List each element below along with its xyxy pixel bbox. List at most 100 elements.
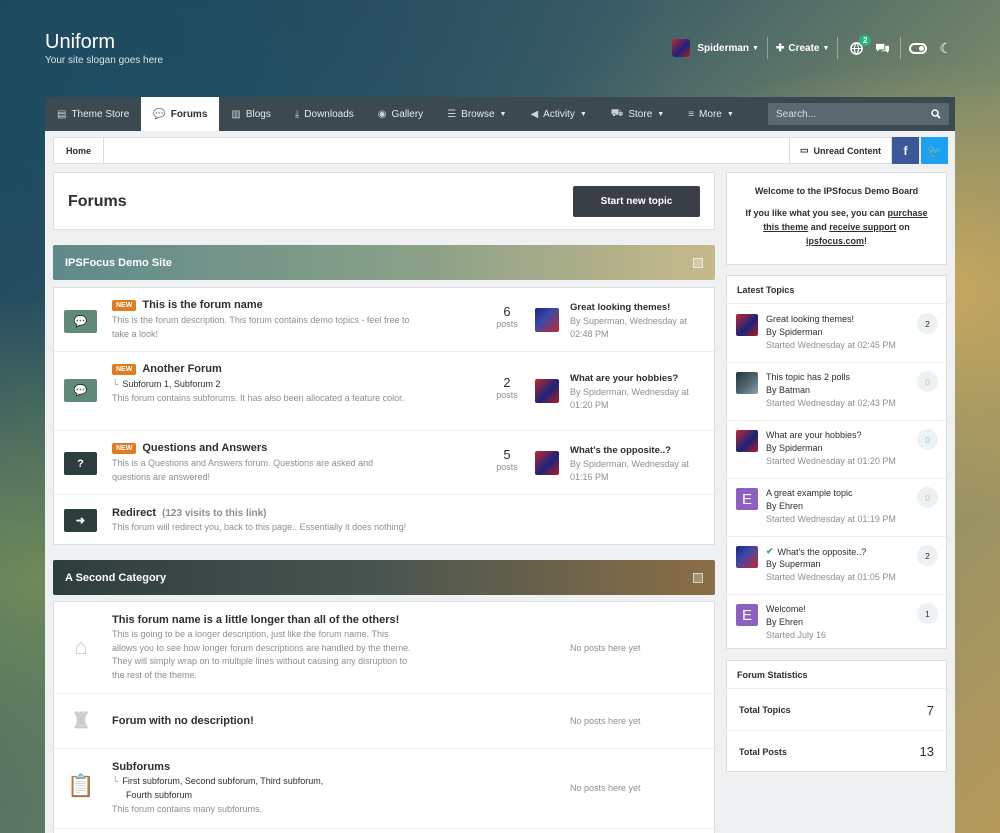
collapse-icon[interactable]	[693, 257, 703, 268]
moon-icon[interactable]: ☾	[939, 40, 952, 57]
nav-item-activity[interactable]: ◀ Activity ▼	[518, 97, 598, 131]
user-avatar[interactable]	[672, 39, 691, 57]
twitter-icon: 🐦	[927, 143, 942, 158]
last-post-title[interactable]: What are your hobbies?	[570, 373, 678, 384]
support-link[interactable]: receive support	[829, 222, 896, 232]
subforum-links[interactable]: └ First subforum, Second subforum, Third …	[112, 776, 323, 786]
list-item[interactable]: E Welcome! By Ehren Started July 16 1	[727, 595, 946, 653]
nav-item-more[interactable]: ≡ More ▼	[676, 97, 746, 131]
forum-title[interactable]: Subforums	[112, 761, 170, 773]
avatar[interactable]	[736, 546, 758, 568]
search-icon[interactable]	[931, 109, 941, 119]
forum-description: This forum contains many subforums.	[112, 804, 263, 814]
forum-description: This is going to be a longer description…	[112, 629, 411, 680]
forum-row: ⌂ This forum name is a little longer tha…	[54, 602, 714, 694]
nav-item-downloads[interactable]: ⤓ Downloads	[283, 97, 366, 131]
visit-count: (123 visits to this link)	[162, 507, 267, 519]
topic-started: Started Wednesday at 01:05 PM	[766, 572, 896, 582]
forum-description: This forum will redirect you, back to th…	[112, 522, 407, 532]
forum-title[interactable]: Forum with no description!	[112, 715, 254, 727]
topic-started: Started July 16	[766, 630, 827, 640]
forum-row: ➜ Redirect (123 visits to this link) This…	[54, 495, 714, 545]
list-item[interactable]: E A great example topic By Ehren Started…	[727, 479, 946, 537]
subforum-arrow-icon: └	[112, 776, 119, 786]
welcome-text: If you like what you see, you can purcha…	[745, 208, 928, 246]
create-menu[interactable]: Create	[788, 43, 819, 54]
subforum-links[interactable]: Fourth subforum	[126, 790, 192, 800]
main-content: Home ▭ Unread Content f 🐦 Forums Start n…	[45, 131, 955, 833]
collapse-icon[interactable]	[693, 572, 703, 583]
breadcrumb-home[interactable]: Home	[54, 138, 105, 163]
username-menu[interactable]: Spiderman	[697, 43, 749, 54]
avatar[interactable]	[535, 451, 559, 475]
stat-value: 7	[926, 702, 934, 718]
topic-started: Started Wednesday at 02:45 PM	[766, 340, 896, 350]
topic-title[interactable]: This topic has 2 polls	[766, 372, 850, 382]
nav-item-store[interactable]: ⛟ Store ▼	[599, 97, 676, 131]
forum-list: ⌂ This forum name is a little longer tha…	[53, 601, 715, 833]
avatar[interactable]	[535, 308, 559, 332]
list-item[interactable]: This topic has 2 polls By Batman Started…	[727, 363, 946, 421]
start-new-topic-button[interactable]: Start new topic	[573, 186, 700, 217]
latest-topics-title: Latest Topics	[727, 276, 946, 304]
topic-title[interactable]: Welcome!	[766, 604, 806, 614]
reply-count-badge: 0	[917, 487, 938, 508]
nav-item-gallery[interactable]: ◉ Gallery	[366, 97, 435, 131]
subforum-arrow-icon: └	[112, 379, 119, 389]
camera-icon: ◉	[377, 108, 387, 120]
topic-title[interactable]: What are your hobbies?	[766, 430, 862, 440]
forum-title[interactable]: NEW Another Forum	[112, 363, 222, 375]
facebook-share-button[interactable]: f	[892, 137, 919, 164]
avatar[interactable]	[535, 379, 559, 403]
forum-list: 💬 NEW This is the forum name This is the …	[53, 287, 715, 545]
forum-statistics-widget: Forum Statistics Total Topics 7 Total Po…	[726, 660, 947, 772]
arrow-right-icon: ➜	[64, 509, 97, 532]
last-post-title[interactable]: Great looking themes!	[570, 302, 670, 313]
divider	[837, 37, 839, 59]
avatar[interactable]	[736, 430, 758, 452]
avatar[interactable]	[736, 314, 758, 336]
list-item[interactable]: What are your hobbies? By Spiderman Star…	[727, 421, 946, 479]
unread-content-link[interactable]: ▭ Unread Content	[788, 138, 891, 163]
avatar[interactable]: E	[736, 604, 758, 626]
new-badge: NEW	[112, 363, 137, 375]
chevron-down-icon: ▼	[752, 44, 759, 52]
nav-item-theme-store[interactable]: ▤ Theme Store	[45, 97, 141, 131]
list-item[interactable]: Great looking themes! By Spiderman Start…	[727, 305, 946, 363]
nav-item-browse[interactable]: ☰ Browse ▼	[435, 97, 518, 131]
stat-row: Total Posts 13	[727, 731, 946, 772]
nav-item-forums[interactable]: 💬 Forums	[141, 97, 220, 131]
ipsfocus-link[interactable]: ipsfocus.com	[806, 236, 864, 246]
topic-title[interactable]: ✔ What's the opposite..?	[766, 546, 866, 557]
topic-started: Started Wednesday at 01:19 PM	[766, 514, 896, 524]
cart-icon: ⛟	[610, 107, 624, 119]
house-icon: ⌂	[74, 634, 88, 659]
topic-title[interactable]: Great looking themes!	[766, 314, 854, 324]
search-input[interactable]: Search...	[768, 103, 949, 125]
site-title[interactable]: Uniform	[45, 31, 115, 54]
forum-row: ♜ Forum with no description! No posts he…	[54, 694, 714, 749]
post-count: 2 posts	[496, 375, 518, 400]
subforum-links[interactable]: └ Subforum 1, Subforum 2	[112, 379, 220, 389]
clipboard-icon: 📋	[67, 773, 95, 798]
list-item[interactable]: ✔ What's the opposite..? By Superman Star…	[727, 537, 946, 595]
notifications-button[interactable]: 2	[846, 34, 872, 55]
avatar[interactable]	[736, 372, 758, 394]
facebook-icon: f	[903, 143, 908, 158]
chat-icon	[875, 43, 889, 53]
stat-label: Total Topics	[739, 705, 791, 715]
nav-item-blogs[interactable]: ▥ Blogs	[219, 97, 282, 131]
forum-title[interactable]: This forum name is a little longer than …	[112, 614, 399, 626]
forum-title[interactable]: NEW This is the forum name	[112, 299, 263, 311]
forum-title[interactable]: NEW Questions and Answers	[112, 442, 267, 454]
topic-title[interactable]: A great example topic	[766, 488, 853, 498]
category-header[interactable]: IPSFocus Demo Site	[53, 245, 715, 280]
avatar[interactable]: E	[736, 488, 758, 510]
theme-toggle-icon[interactable]	[909, 42, 928, 54]
twitter-share-button[interactable]: 🐦	[921, 137, 948, 164]
last-post-title[interactable]: What's the opposite..?	[570, 445, 671, 456]
messages-button[interactable]	[872, 42, 892, 55]
category-header[interactable]: A Second Category	[53, 560, 715, 595]
forum-description: This forum contains subforums. It has al…	[112, 393, 405, 403]
forum-title[interactable]: Redirect (123 visits to this link)	[112, 507, 267, 519]
